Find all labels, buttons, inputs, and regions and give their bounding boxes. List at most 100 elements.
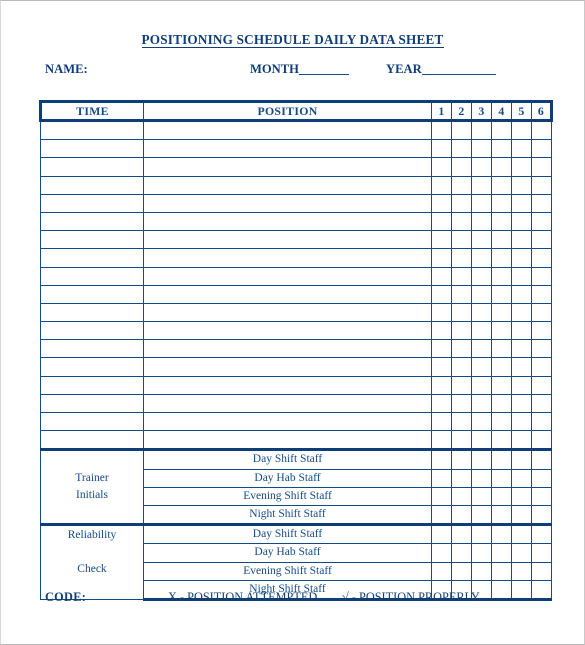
cell-day-2[interactable] (451, 248, 472, 268)
cell-day-6[interactable] (531, 302, 552, 323)
cell-day-3[interactable] (471, 211, 492, 232)
cell-day-5[interactable] (511, 393, 532, 414)
cell-day-3[interactable] (471, 193, 492, 213)
cell-day-1[interactable] (431, 561, 452, 581)
cell-time[interactable] (40, 411, 144, 432)
cell-day-1[interactable] (431, 248, 452, 268)
cell-day-3[interactable] (471, 302, 492, 323)
cell-day-5[interactable] (511, 248, 532, 268)
cell-day-6[interactable] (531, 393, 552, 414)
cell-day-4[interactable] (491, 393, 512, 414)
cell-day-1[interactable] (431, 468, 452, 488)
cell-day-4[interactable] (491, 302, 512, 323)
cell-day-2[interactable] (451, 468, 472, 488)
cell-day-3[interactable] (471, 339, 492, 359)
cell-time[interactable] (40, 211, 144, 232)
cell-day-2[interactable] (451, 448, 472, 470)
cell-day-3[interactable] (471, 139, 492, 159)
cell-time[interactable] (40, 193, 144, 213)
cell-day-4[interactable] (491, 543, 512, 563)
cell-day-4[interactable] (491, 139, 512, 159)
cell-position[interactable] (143, 157, 432, 177)
cell-day-4[interactable] (491, 284, 512, 304)
cell-day-5[interactable] (511, 523, 532, 545)
cell-day-2[interactable] (451, 357, 472, 377)
cell-time[interactable] (40, 248, 144, 268)
cell-day-5[interactable] (511, 321, 532, 341)
cell-day-6[interactable] (531, 230, 552, 250)
cell-day-6[interactable] (531, 523, 552, 545)
cell-time[interactable] (40, 157, 144, 177)
cell-position[interactable] (143, 321, 432, 341)
cell-day-4[interactable] (491, 357, 512, 377)
cell-day-6[interactable] (531, 193, 552, 213)
cell-day-5[interactable] (511, 339, 532, 359)
cell-day-5[interactable] (511, 157, 532, 177)
cell-day-1[interactable] (431, 230, 452, 250)
cell-day-6[interactable] (531, 411, 552, 432)
cell-day-2[interactable] (451, 266, 472, 286)
cell-day-4[interactable] (491, 523, 512, 545)
cell-position[interactable] (143, 393, 432, 414)
cell-day-1[interactable] (431, 193, 452, 213)
cell-day-3[interactable] (471, 321, 492, 341)
cell-day-3[interactable] (471, 248, 492, 268)
cell-day-2[interactable] (451, 139, 472, 159)
cell-day-2[interactable] (451, 211, 472, 232)
cell-day-4[interactable] (491, 119, 512, 141)
cell-day-1[interactable] (431, 284, 452, 304)
cell-day-6[interactable] (531, 357, 552, 377)
cell-day-4[interactable] (491, 448, 512, 470)
cell-day-6[interactable] (531, 486, 552, 506)
cell-day-2[interactable] (451, 230, 472, 250)
cell-day-4[interactable] (491, 211, 512, 232)
cell-day-6[interactable] (531, 248, 552, 268)
cell-day-3[interactable] (471, 357, 492, 377)
cell-day-4[interactable] (491, 561, 512, 581)
cell-day-1[interactable] (431, 504, 452, 526)
cell-day-1[interactable] (431, 543, 452, 563)
cell-day-6[interactable] (531, 339, 552, 359)
cell-position[interactable] (143, 248, 432, 268)
cell-day-6[interactable] (531, 321, 552, 341)
cell-day-1[interactable] (431, 119, 452, 141)
cell-day-6[interactable] (531, 139, 552, 159)
cell-day-5[interactable] (511, 119, 532, 141)
cell-time[interactable] (40, 284, 144, 304)
cell-day-2[interactable] (451, 486, 472, 506)
cell-day-5[interactable] (511, 504, 532, 526)
cell-day-2[interactable] (451, 561, 472, 581)
cell-day-2[interactable] (451, 504, 472, 526)
cell-day-6[interactable] (531, 430, 552, 451)
cell-day-6[interactable] (531, 175, 552, 195)
cell-day-3[interactable] (471, 119, 492, 141)
cell-day-5[interactable] (511, 357, 532, 377)
cell-day-1[interactable] (431, 266, 452, 286)
cell-day-3[interactable] (471, 561, 492, 581)
cell-day-5[interactable] (511, 375, 532, 395)
cell-day-3[interactable] (471, 284, 492, 304)
cell-day-4[interactable] (491, 486, 512, 506)
cell-position[interactable] (143, 430, 432, 451)
cell-day-5[interactable] (511, 139, 532, 159)
cell-day-3[interactable] (471, 543, 492, 563)
cell-position[interactable] (143, 284, 432, 304)
cell-day-6[interactable] (531, 375, 552, 395)
cell-time[interactable] (40, 393, 144, 414)
cell-day-5[interactable] (511, 230, 532, 250)
cell-day-3[interactable] (471, 230, 492, 250)
label-trainer-initials[interactable]: Trainer Initials (40, 448, 144, 526)
cell-day-3[interactable] (471, 266, 492, 286)
cell-day-4[interactable] (491, 157, 512, 177)
cell-day-6[interactable] (531, 448, 552, 470)
cell-position[interactable] (143, 139, 432, 159)
cell-day-6[interactable] (531, 504, 552, 526)
cell-day-1[interactable] (431, 175, 452, 195)
cell-day-4[interactable] (491, 266, 512, 286)
cell-day-5[interactable] (511, 430, 532, 451)
cell-position[interactable] (143, 375, 432, 395)
cell-time[interactable] (40, 119, 144, 141)
year-input-rule[interactable] (421, 74, 496, 75)
cell-day-3[interactable] (471, 504, 492, 526)
cell-day-5[interactable] (511, 284, 532, 304)
